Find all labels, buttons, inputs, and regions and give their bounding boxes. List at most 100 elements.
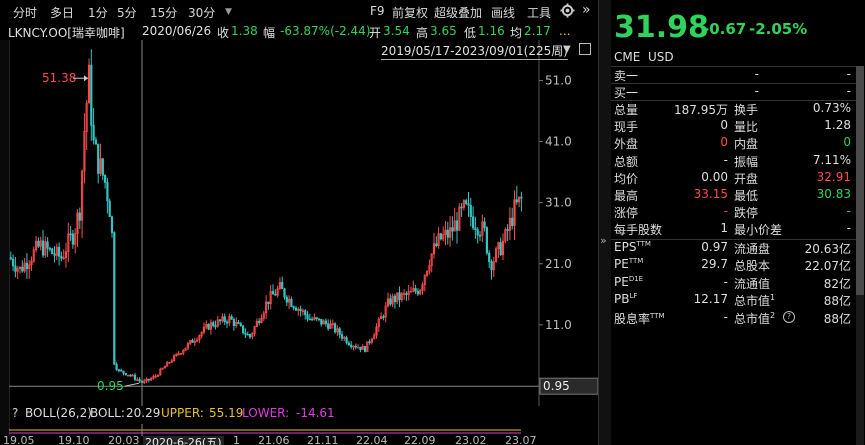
candle-body [405,293,408,295]
tab-5min[interactable]: 5分 [117,4,137,21]
stat-label: 开盘 [734,171,759,186]
candle-body [239,323,242,326]
help-icon[interactable]: ? [12,406,18,420]
candle-body [306,314,309,320]
tab-intraday[interactable]: 分时 [13,4,37,21]
last-price: 31.98 [614,10,709,45]
tools-button[interactable]: 工具 [527,4,551,21]
stat-label: 每手股数 [614,223,663,238]
stat-label-text: 总市值 [734,311,771,326]
candle-body [69,233,72,236]
stat-value: - [723,309,728,324]
adjust-button[interactable]: 前复权 [392,4,428,21]
candle-body [368,341,371,343]
candle-body [455,220,459,231]
stat-value: 82亿 [823,276,851,291]
stat-label: 内盘 [734,137,759,152]
candle-body [14,265,17,272]
stat-superscript: D1E [628,274,644,283]
candlestick-chart[interactable]: 51.0 41.0 31.0 21.0 11.0 0.95 51.38 0.95 [9,40,599,406]
overlay-button[interactable]: 超级叠加 [434,4,482,21]
candle-body [356,346,360,349]
x-tick: 20.03 [108,436,140,445]
financial-row: PBLF 12.17 总市值1 88亿 [614,292,854,309]
stat-label-text: 流通盘 [734,242,771,256]
more-indicator[interactable]: ... [559,24,570,38]
candle-body [382,316,385,318]
indicator-name[interactable]: BOLL(26,2) [25,406,92,420]
tab-30min[interactable]: 30分 [188,4,215,21]
scrollbar-thumb[interactable] [856,66,864,295]
chevron-down-icon[interactable]: ▼ [225,7,232,17]
close-label: 收 [217,26,230,40]
x-tick: 1 [233,436,240,445]
sell1-volume: - [846,67,851,81]
candle-body [451,227,454,232]
y-tick-label: 21.0 [545,257,572,271]
stat-row: 每手股数 1 最小价差 - [614,221,854,238]
financial-row: EPSTTM 0.97 流通盘 20.63亿 [614,240,854,257]
stat-superscript: LF [629,292,638,301]
tab-multiday[interactable]: 多日 [50,4,74,21]
draw-line-button[interactable]: 画线 [491,4,515,21]
stat-label: 跌停 [734,206,759,221]
stat-label: PED1E [614,275,643,289]
candle-body [21,266,24,272]
stat-value: 12.17 [693,292,728,307]
candle-body [416,290,420,295]
candle-body [92,124,95,141]
price-change: -0.67 [703,20,747,38]
candle-body [315,317,318,320]
candle-body [471,216,475,229]
stat-value: 88亿 [823,311,851,326]
x-tick: 19.10 [58,436,90,445]
candle-body [122,370,125,374]
candle-body [350,344,353,348]
stat-value: - [846,204,851,219]
panel-divider[interactable]: » [598,0,612,445]
stat-value: 22.07亿 [804,259,851,274]
double-chevron-right-icon[interactable]: » [582,2,591,18]
f9-button[interactable]: F9 [370,4,385,18]
tab-15min[interactable]: 15分 [150,4,177,21]
low-label: 低 [464,26,477,40]
candle-body [393,295,397,303]
stat-value: 7.11% [812,152,851,167]
stat-row: 外盘 0 内盘 0 [614,135,854,152]
stat-label: PBLF [614,292,637,306]
stat-label: 总市值2 [734,310,775,327]
help-icon[interactable]: ? [783,310,795,323]
candle-body [133,374,137,380]
square-icon[interactable] [579,43,591,55]
financial-row: PED1E - 流通值 82亿 [614,275,854,292]
stat-label: 总市值1 [734,292,775,309]
double-chevron-right-icon[interactable]: » [600,234,607,247]
gear-icon[interactable] [560,3,575,21]
candle-body [327,323,330,329]
candle-body [48,248,51,250]
candle-body [285,296,288,303]
candle-body [290,298,293,307]
candle-body [191,339,194,343]
candle-body [101,158,104,176]
candle-body [106,182,109,202]
x-tick: 21.11 [307,436,339,445]
stat-label-text: 总市值 [734,294,771,309]
avg-label: 均 [510,26,523,40]
date-range-label[interactable]: 2019/05/17-2023/09/01(225周) [381,42,568,60]
tab-1min[interactable]: 1分 [88,4,108,21]
lower-label: LOWER: [242,406,290,420]
high-label: 高 [416,26,429,40]
stat-label: 流通盘 [734,240,770,257]
stat-row: 现手 0 量比 1.28 [614,118,854,135]
stat-label-text: 股息率 [614,311,651,326]
candle-body [110,216,114,233]
sell1-price: - [754,67,759,81]
stat-value: 30.83 [816,187,851,201]
candle-body [138,379,141,382]
symbol-label: LKNCY.OO[瑞幸咖啡] [8,26,125,40]
stat-label: 现手 [614,120,639,135]
scrollbar-track[interactable] [856,295,864,445]
order-book-buy1: 买一 - - [614,84,854,101]
chevron-down-icon[interactable]: ▼ [563,44,571,55]
